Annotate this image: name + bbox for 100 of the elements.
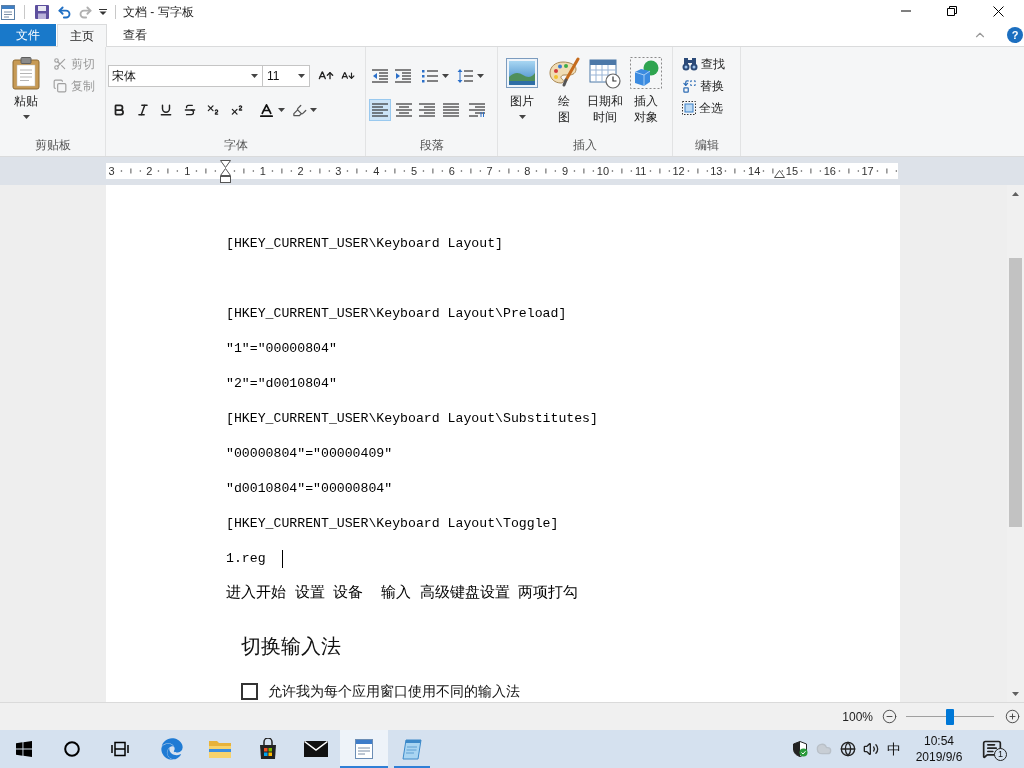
calendar-clock-icon (589, 57, 621, 89)
save-button[interactable] (34, 4, 50, 20)
zoom-in-button[interactable] (1004, 708, 1020, 725)
notepad-icon (401, 738, 423, 760)
minus-circle-icon (881, 709, 897, 724)
align-button[interactable] (369, 99, 391, 121)
folder-icon (208, 739, 232, 759)
globe-icon[interactable] (840, 741, 856, 757)
binoculars-icon (682, 57, 698, 71)
caret-icon (251, 74, 258, 78)
increase-indent-icon (395, 69, 411, 83)
group-label: 插入 (573, 137, 597, 152)
zoom-out-button[interactable] (881, 708, 897, 725)
ruler-tick-marks (307, 167, 332, 175)
edit-command-button[interactable]: 替换 (682, 75, 740, 97)
code-line: "2"="d0010804" (226, 375, 337, 394)
ruler-number: 13 (710, 164, 723, 178)
caret-icon (441, 74, 449, 78)
redo-arrow-icon (77, 4, 93, 20)
font-size-dropdown[interactable]: 11 (262, 65, 310, 87)
align-center-icon (395, 103, 412, 117)
zoom-slider[interactable] (906, 707, 994, 726)
ruler-number: 15 (785, 164, 799, 178)
shield-icon[interactable] (792, 741, 808, 757)
subscript-icon (206, 103, 220, 117)
insert-button[interactable]: 插入对象 (626, 49, 666, 134)
ruler-number: 1 (184, 164, 191, 178)
justify-icon (442, 103, 459, 117)
zoom-percentage: 100% (842, 708, 873, 726)
speaker-icon[interactable] (863, 741, 879, 757)
notification-icon[interactable] (982, 739, 1002, 759)
copy-icon (53, 79, 67, 93)
ruler-tick-marks (534, 167, 559, 175)
down-arrow-icon (1012, 691, 1019, 696)
notification-count-badge: 1 (994, 748, 1007, 761)
strikethrough-icon (182, 103, 197, 117)
caret-icon (298, 74, 305, 78)
group-label: 字体 (223, 137, 248, 152)
edit-command-button[interactable]: 查找 (682, 53, 740, 75)
ruler-number: 2 (146, 164, 153, 178)
paragraph-icon (469, 103, 485, 117)
scrollbar-thumb[interactable] (1009, 258, 1022, 527)
caret-icon (22, 115, 30, 119)
checkbox[interactable] (241, 682, 258, 700)
caret-icon (310, 108, 317, 112)
shopping-bag-icon (257, 738, 279, 760)
undo-button[interactable] (56, 4, 72, 20)
code-line: [HKEY_CURRENT_USER\Keyboard Layout\Substitutes] (226, 410, 598, 429)
ruler-number: 10 (596, 164, 610, 178)
ruler-tick-marks (836, 167, 861, 175)
ruler-tick-marks (421, 167, 445, 175)
group-label: 剪贴板 (34, 137, 71, 152)
insert-button[interactable]: 绘图 (544, 49, 584, 134)
font-name-dropdown[interactable]: 宋体 (108, 65, 263, 87)
select-all-icon (682, 101, 696, 115)
ruler-number: 8 (524, 164, 531, 178)
document-icon (353, 738, 375, 760)
circle-icon (64, 741, 80, 757)
caret-icon (99, 9, 107, 15)
ribbon-tab[interactable]: 主页 (57, 24, 107, 47)
palette-icon (548, 57, 580, 89)
ruler-tick-marks (496, 167, 521, 175)
edit-command-button[interactable]: 全选 (682, 97, 740, 119)
input-method-indicator[interactable]: 中 (887, 738, 901, 760)
insert-button[interactable]: 图片 (500, 49, 544, 134)
ruler-number: 1 (259, 164, 266, 178)
close-icon (992, 5, 1004, 17)
code-line: [HKEY_CURRENT_USER\Keyboard Layout] (226, 235, 503, 254)
ruler-number: 5 (410, 164, 418, 178)
insert-button[interactable]: 日期和时间 (584, 49, 626, 134)
ruler-tick-marks (269, 167, 294, 175)
clock-time[interactable]: 10:54 (924, 733, 954, 749)
code-line: "d0010804"="00000804" (226, 480, 393, 499)
ruler-number: 3 (108, 164, 115, 178)
code-line: 1.reg (226, 550, 266, 569)
ribbon-tab[interactable]: 文件 (0, 24, 56, 46)
ribbon-tab[interactable]: 查看 (107, 24, 163, 46)
code-line: "00000804"="00000409" (226, 445, 393, 464)
line-spacing-icon (456, 69, 473, 83)
text-line: 进入开始 设置 设备 输入 高级键盘设置 两项打勾 (226, 583, 579, 604)
window-title: 文档 - 写字板 (123, 4, 194, 21)
ruler-tick-marks (118, 167, 143, 175)
slider-thumb[interactable] (946, 708, 954, 725)
restore-icon (947, 6, 957, 16)
minimize-icon (901, 10, 911, 12)
caret-icon (277, 108, 285, 112)
help-button[interactable]: ? (1007, 27, 1023, 43)
indent-marker-icon[interactable] (220, 160, 231, 184)
code-line: "1"="00000804" (226, 340, 337, 359)
highlighter-icon (292, 102, 307, 118)
ruler-tick-marks (194, 167, 218, 175)
ruler-tick-marks (383, 167, 407, 175)
ruler-number: 9 (562, 164, 569, 178)
ruler-tick-marks (572, 167, 596, 175)
paste-button[interactable]: 粘贴 (4, 49, 48, 129)
ruler-tick-marks (798, 167, 823, 175)
clock-date[interactable]: 2019/9/6 (915, 749, 963, 765)
right-indent-marker-icon[interactable] (774, 170, 785, 178)
ruler-number: 14 (748, 164, 761, 178)
italic-icon (135, 103, 150, 117)
